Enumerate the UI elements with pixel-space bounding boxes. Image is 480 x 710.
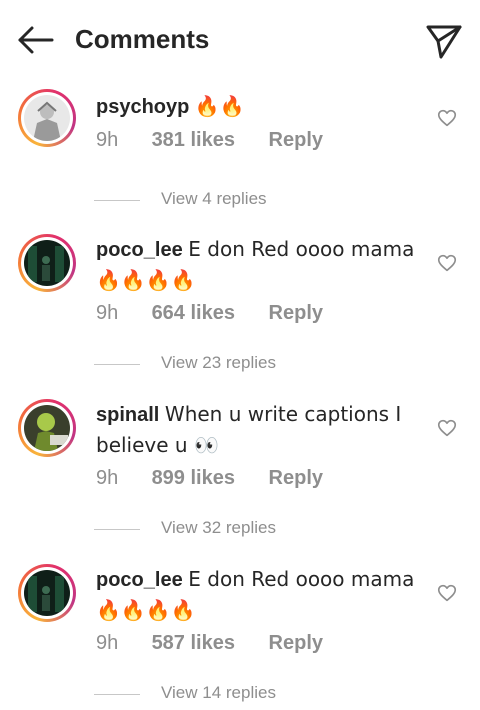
comment-time: 9h bbox=[96, 302, 119, 324]
avatar[interactable] bbox=[18, 564, 76, 622]
avatar-image bbox=[24, 570, 70, 616]
reply-button[interactable]: Reply bbox=[269, 632, 323, 655]
paper-plane-icon bbox=[426, 25, 462, 59]
arrow-left-icon bbox=[18, 26, 54, 54]
view-replies-button[interactable]: View 4 replies bbox=[94, 189, 314, 213]
comment-body: psychoyp 🔥🔥 bbox=[96, 91, 416, 122]
share-button[interactable] bbox=[424, 22, 464, 60]
comment-item: poco_lee E don Red oooo mama🔥🔥🔥🔥 9h 587 … bbox=[0, 564, 480, 710]
divider-line bbox=[94, 694, 140, 695]
comment-meta: 9h 381 likes Reply bbox=[96, 129, 323, 155]
comment-username[interactable]: psychoyp bbox=[96, 96, 189, 118]
comment-body: spinall When u write captions I believe … bbox=[96, 399, 416, 461]
likes-count[interactable]: 587 likes bbox=[152, 632, 235, 655]
likes-count[interactable]: 664 likes bbox=[152, 302, 235, 325]
divider-line bbox=[94, 364, 140, 365]
avatar[interactable] bbox=[18, 399, 76, 457]
comment-time: 9h bbox=[96, 632, 119, 654]
view-replies-button[interactable]: View 32 replies bbox=[94, 518, 324, 542]
heart-icon[interactable] bbox=[436, 252, 458, 274]
view-replies-button[interactable]: View 14 replies bbox=[94, 683, 324, 707]
comment-body: poco_lee E don Red oooo mama🔥🔥🔥🔥 bbox=[96, 564, 416, 626]
view-replies-label: View 23 replies bbox=[161, 353, 276, 372]
comment-meta: 9h 587 likes Reply bbox=[96, 632, 323, 658]
comment-username[interactable]: poco_lee bbox=[96, 239, 183, 261]
avatar[interactable] bbox=[18, 234, 76, 292]
view-replies-label: View 14 replies bbox=[161, 683, 276, 702]
heart-icon[interactable] bbox=[436, 107, 458, 129]
divider-line bbox=[94, 200, 140, 201]
comment-text: 🔥🔥 bbox=[194, 94, 245, 118]
comment-username[interactable]: spinall bbox=[96, 404, 159, 426]
view-replies-label: View 32 replies bbox=[161, 518, 276, 537]
comment-body: poco_lee E don Red oooo mama🔥🔥🔥🔥 bbox=[96, 234, 416, 296]
comment-meta: 9h 899 likes Reply bbox=[96, 467, 323, 493]
comment-item: poco_lee E don Red oooo mama🔥🔥🔥🔥 9h 664 … bbox=[0, 234, 480, 384]
heart-icon[interactable] bbox=[436, 582, 458, 604]
comment-item: psychoyp 🔥🔥 9h 381 likes Reply View 4 re… bbox=[0, 89, 480, 219]
likes-count[interactable]: 381 likes bbox=[152, 129, 235, 152]
reply-button[interactable]: Reply bbox=[269, 129, 323, 152]
view-replies-button[interactable]: View 23 replies bbox=[94, 353, 324, 377]
reply-button[interactable]: Reply bbox=[269, 467, 323, 490]
comment-time: 9h bbox=[96, 129, 119, 151]
divider-line bbox=[94, 529, 140, 530]
avatar-image bbox=[24, 405, 70, 451]
back-button[interactable] bbox=[14, 22, 58, 58]
header-bar: Comments bbox=[0, 0, 480, 82]
avatar[interactable] bbox=[18, 89, 76, 147]
avatar-image bbox=[24, 95, 70, 141]
comment-item: spinall When u write captions I believe … bbox=[0, 399, 480, 549]
avatar-image bbox=[24, 240, 70, 286]
comment-time: 9h bbox=[96, 467, 119, 489]
view-replies-label: View 4 replies bbox=[161, 189, 267, 208]
page-title: Comments bbox=[75, 24, 210, 54]
comment-username[interactable]: poco_lee bbox=[96, 569, 183, 591]
heart-icon[interactable] bbox=[436, 417, 458, 439]
likes-count[interactable]: 899 likes bbox=[152, 467, 235, 490]
reply-button[interactable]: Reply bbox=[269, 302, 323, 325]
comment-meta: 9h 664 likes Reply bbox=[96, 302, 323, 328]
